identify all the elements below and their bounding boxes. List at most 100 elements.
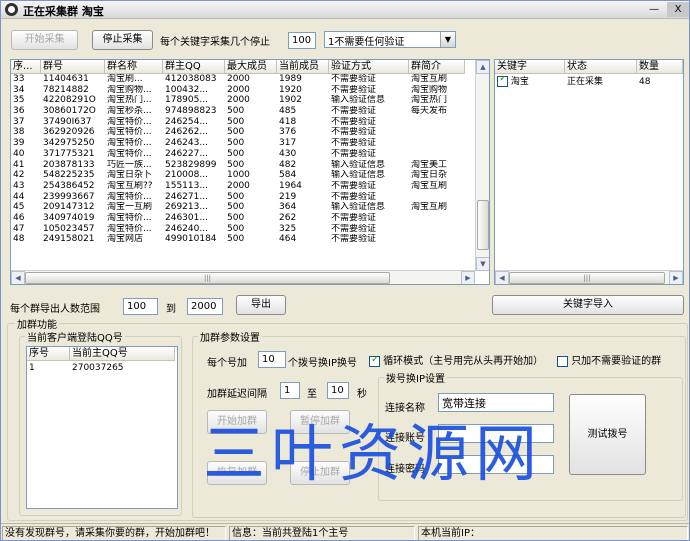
status-bar: 没有发现群号，请采集你要的群，开始加群吧！ 信息：当前共登陆1个主号 本机当前I… <box>1 523 689 540</box>
export-to-input[interactable] <box>187 298 223 315</box>
export-from-input[interactable] <box>123 298 158 315</box>
keyword-checkbox[interactable] <box>497 76 508 87</box>
keyword-import-button[interactable]: 关键字导入 <box>492 295 684 315</box>
col-status[interactable]: 状态 <box>565 60 637 73</box>
col-owner-qq[interactable]: 群主QQ <box>163 60 225 73</box>
delay-to-input[interactable] <box>327 382 349 399</box>
table-cell: 不需要验证 <box>331 138 377 149</box>
table-row[interactable]: 37 37490I637 淘宝特价... 246254... 500 418 不需要验证 <box>11 117 465 128</box>
table-row[interactable]: 35 42208291O 淘宝热门... 178905... 2000 1902 输入验证信… <box>11 95 465 106</box>
table-cell: 500 <box>227 127 245 138</box>
group-table-vscroll[interactable]: ▲ ▼ <box>475 60 489 271</box>
table-row[interactable]: 40 371775321 淘宝特价... 246227... 500 430 不需要验证 <box>11 149 465 160</box>
group-table[interactable]: 序... 群号 群名称 群主QQ 最大成员 当前成员 验证方式 群简介 33 11404631 淘… <box>10 59 490 285</box>
hscroll-thumb[interactable]: ||| <box>509 272 665 284</box>
table-row[interactable]: 39 342975250 淘宝特价... 246243... 500 317 不需要验证 <box>11 138 465 149</box>
table-cell: 36 <box>13 106 25 117</box>
only-no-verify-checkbox[interactable] <box>557 355 568 367</box>
table-row[interactable]: 48 249158021 淘宝网店 499010184 500 464 不需要验证 <box>11 234 465 245</box>
table-cell: 78214882 <box>43 84 89 95</box>
title-bar[interactable]: 正在采集群 淘宝 — X <box>1 1 689 19</box>
table-cell: 淘宝美工 <box>411 159 448 170</box>
delay-to-label: 至 <box>307 389 317 400</box>
col-intro[interactable]: 群简介 <box>409 60 465 73</box>
table-row[interactable]: 46 340974019 淘宝特价... 246301... 500 262 不需要验证 <box>11 213 465 224</box>
col-current-members[interactable]: 当前成员 <box>277 60 329 73</box>
table-row[interactable]: 45 209147312 淘宝一互刷 269213... 500 364 输入验证信息 淘宝互… <box>11 202 465 213</box>
table-cell: 淘宝互刷 <box>411 202 448 213</box>
group-table-body: 33 11404631 淘宝刷... 412038083 2000 1989 不需要验证 淘宝… <box>11 74 465 245</box>
table-row[interactable]: 33 11404631 淘宝刷... 412038083 2000 1989 不需要验证 淘宝… <box>11 74 465 85</box>
col-max-members[interactable]: 最大成员 <box>225 60 277 73</box>
test-dial-button[interactable]: 测试拨号 <box>569 394 646 475</box>
scroll-left-icon[interactable]: ◀ <box>495 271 509 284</box>
table-cell: 430 <box>279 148 297 159</box>
table-cell: 500 <box>227 159 245 170</box>
table-cell: 淘宝刷... <box>107 74 143 84</box>
scroll-left-icon[interactable]: ◀ <box>11 271 25 284</box>
delay-from-input[interactable] <box>280 382 300 399</box>
loop-mode-option[interactable]: 循环模式（主号用完从头再开始加） <box>369 352 543 367</box>
group-table-header: 序... 群号 群名称 群主QQ 最大成员 当前成员 验证方式 群简介 <box>11 60 465 74</box>
table-cell: 500 <box>227 191 245 202</box>
keyword-row[interactable]: 淘宝 正在采集 48 <box>495 76 683 89</box>
scroll-down-icon[interactable]: ▼ <box>476 257 489 271</box>
loop-mode-checkbox[interactable] <box>369 354 380 367</box>
minimize-button[interactable]: — <box>643 2 665 17</box>
table-row[interactable]: 41 203878133 巧匠一族... 523829899 500 482 输入验证信息 淘… <box>11 160 465 171</box>
table-row[interactable]: 44 239993667 淘宝特价... 246271... 500 219 不需要验证 <box>11 192 465 203</box>
main-window: 正在采集群 淘宝 — X 开始采集 停止采集 每个关键字采集几个停止 1不需要任… <box>0 0 690 541</box>
scroll-right-icon[interactable]: ▶ <box>461 271 475 284</box>
col-index[interactable]: 序... <box>11 60 41 73</box>
table-cell: 1920 <box>279 84 302 95</box>
col-index[interactable]: 序号 <box>27 347 70 360</box>
client-qq-table[interactable]: 序号 当前主QQ号 1 270037265 <box>26 346 178 509</box>
table-cell: 输入验证信息 <box>331 170 386 181</box>
chevron-down-icon[interactable]: ▼ <box>440 32 455 47</box>
table-row[interactable]: 43 254386452 淘宝互刷?? 155113... 2000 1964 不需要验证 淘… <box>11 181 465 192</box>
table-row[interactable]: 42 548225235 淘宝日杂卜 210008... 1000 584 输入验证信息 淘宝… <box>11 170 465 181</box>
group-table-hscroll[interactable]: ◀ ||| ▶ <box>11 270 475 284</box>
table-cell: 500 <box>227 234 245 245</box>
col-group-name[interactable]: 群名称 <box>105 60 163 73</box>
count-cell: 48 <box>639 77 651 87</box>
table-cell: 输入验证信息 <box>331 159 386 170</box>
per-qq-input[interactable] <box>258 351 286 368</box>
close-button[interactable]: X <box>667 2 689 17</box>
scroll-up-icon[interactable]: ▲ <box>476 60 489 74</box>
table-row[interactable]: 47 105023457 淘宝特价... 246240... 500 325 不需要验证 <box>11 224 465 235</box>
col-keyword[interactable]: 关键字 <box>495 60 565 73</box>
col-count[interactable]: 数量 <box>637 60 683 73</box>
table-cell: 不需要验证 <box>331 127 377 138</box>
table-cell: 淘宝日杂卜 <box>107 170 153 181</box>
table-cell: 不需要验证 <box>331 116 377 127</box>
scroll-right-icon[interactable]: ▶ <box>669 271 683 284</box>
vscroll-thumb[interactable] <box>477 200 489 250</box>
table-cell: 不需要验证 <box>331 191 377 202</box>
only-no-verify-option[interactable]: 只加不需要验证的群 <box>557 352 661 367</box>
col-verify-mode[interactable]: 验证方式 <box>329 60 409 73</box>
per-keyword-input[interactable] <box>288 32 316 49</box>
table-row[interactable]: 34 78214882 淘宝购物... 100432... 2000 1920 不需要验证 淘… <box>11 85 465 96</box>
keyword-table-hscroll[interactable]: ◀ ||| ▶ <box>495 270 683 284</box>
start-collect-button[interactable]: 开始采集 <box>11 30 78 50</box>
keyword-table-body: 淘宝 正在采集 48 <box>495 76 683 89</box>
status-cell: 正在采集 <box>567 77 604 87</box>
verify-mode-select[interactable]: 1不需要任何验证 ▼ <box>324 31 456 48</box>
keyword-table[interactable]: 关键字 状态 数量 淘宝 正在采集 48 ◀ ||| ▶ <box>494 59 684 285</box>
table-cell: 淘宝特价... <box>107 148 152 159</box>
table-cell: 269213... <box>165 202 208 213</box>
col-group-number[interactable]: 群号 <box>41 60 105 73</box>
table-cell: 210008... <box>165 170 208 181</box>
export-button[interactable]: 导出 <box>236 295 286 315</box>
hscroll-thumb[interactable]: ||| <box>25 272 390 284</box>
col-main-qq[interactable]: 当前主QQ号 <box>70 347 175 360</box>
table-row[interactable]: 1 270037265 <box>27 363 175 375</box>
table-cell: 246243... <box>165 138 208 149</box>
table-cell: 2000 <box>227 95 250 106</box>
table-row[interactable]: 36 30860172O 淘宝秒杀... 974898823 500 485 不需要验证 每天… <box>11 106 465 117</box>
table-cell: 淘宝特价... <box>107 212 152 223</box>
table-cell: 371775321 <box>43 148 95 159</box>
stop-collect-button[interactable]: 停止采集 <box>92 30 153 50</box>
table-row[interactable]: 38 362920926 淘宝特价... 246262... 500 376 不需要验证 <box>11 127 465 138</box>
